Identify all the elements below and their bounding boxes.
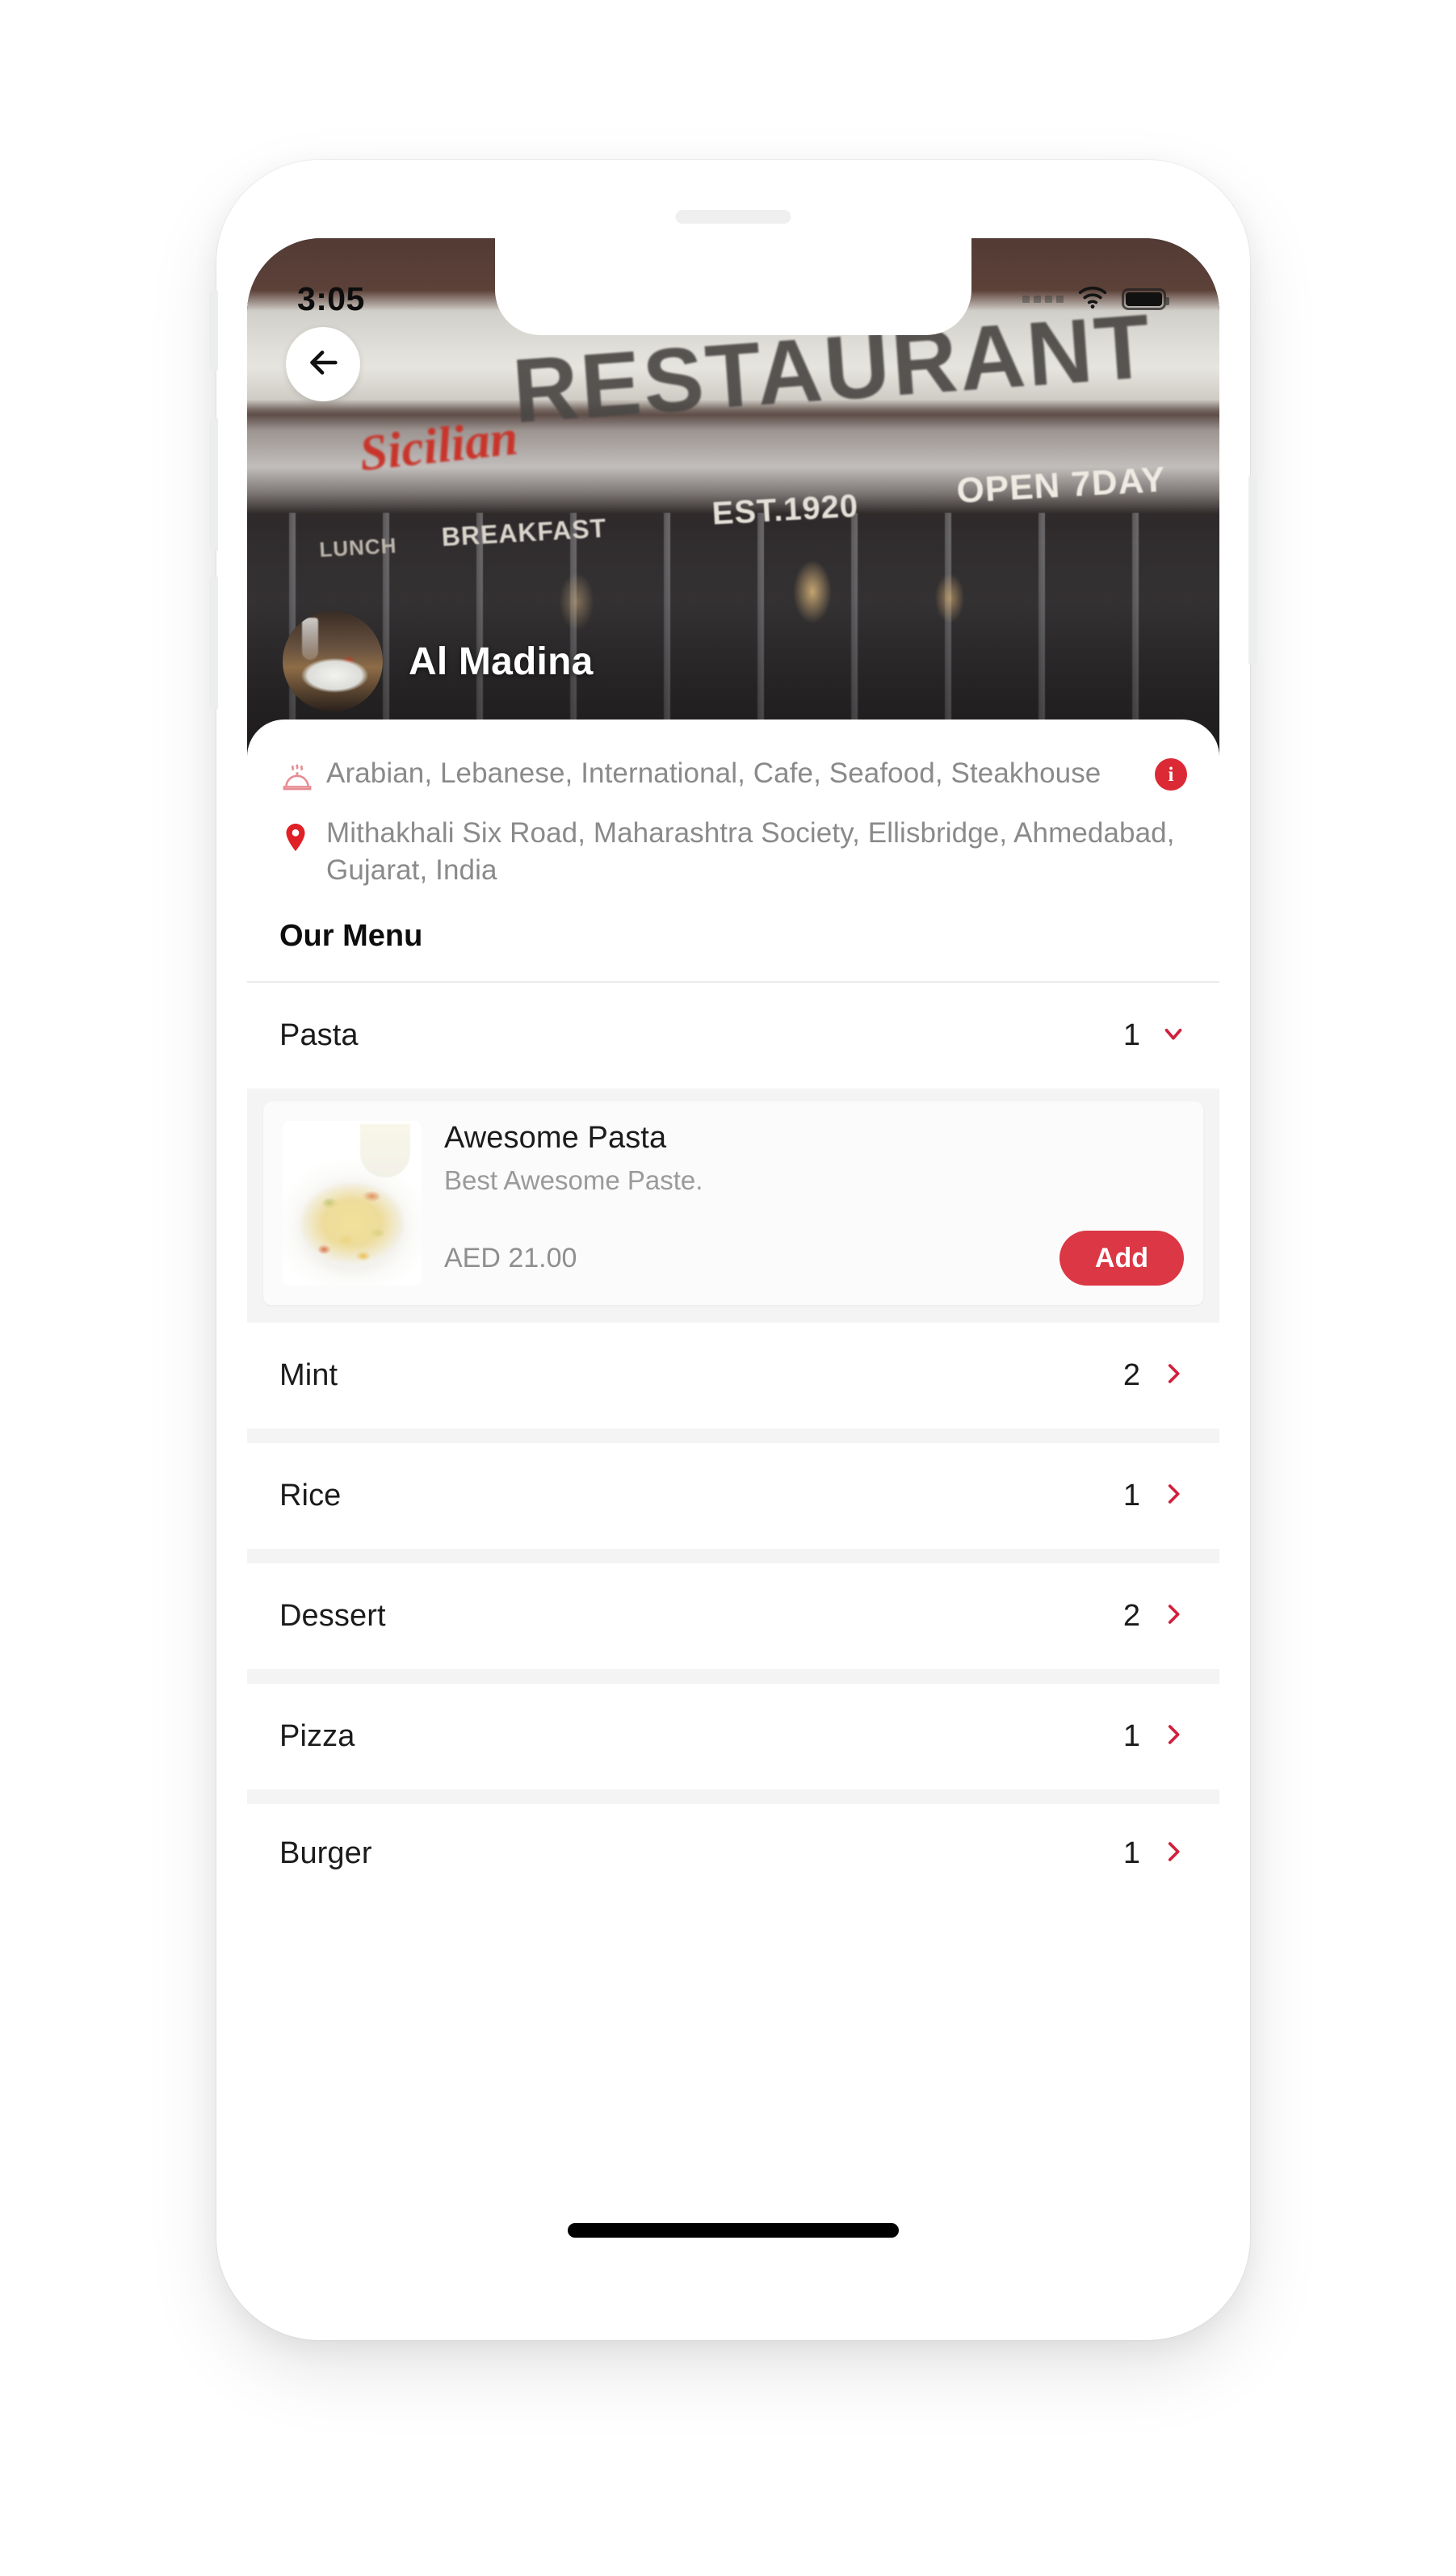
category-count: 1: [1122, 1836, 1140, 1870]
category-name: Pizza: [279, 1719, 355, 1753]
category-count: 2: [1122, 1358, 1140, 1392]
power-button[interactable]: [1248, 476, 1257, 664]
category-count: 1: [1122, 1719, 1140, 1753]
back-button[interactable]: [286, 327, 360, 401]
status-bar: 3:05: [247, 238, 1219, 335]
list-gap: [247, 1669, 1219, 1684]
category-name: Rice: [279, 1479, 342, 1512]
category-name: Dessert: [279, 1599, 386, 1633]
menu-item-card[interactable]: Awesome Pasta Best Awesome Paste. AED 21…: [263, 1101, 1203, 1305]
menu-item-image-glass: [360, 1124, 410, 1177]
menu-category-row-pizza[interactable]: Pizza 1: [247, 1684, 1219, 1789]
status-bar-indicators: [1022, 284, 1169, 314]
menu-item-thumbnail: [283, 1121, 422, 1286]
avatar-image: [283, 611, 383, 711]
list-gap: [247, 1549, 1219, 1563]
info-badge-label: i: [1168, 763, 1174, 786]
info-circle-icon[interactable]: i: [1155, 758, 1187, 791]
menu-item-name: Awesome Pasta: [444, 1121, 667, 1155]
category-count: 2: [1122, 1599, 1140, 1633]
expanded-items-panel: Awesome Pasta Best Awesome Paste. AED 21…: [247, 1089, 1219, 1323]
chevron-right-icon[interactable]: [1160, 1838, 1187, 1869]
phone-screen: RESTAURANT Sicilian LUNCH BREAKFAST EST.…: [247, 238, 1219, 2262]
category-meta: 1: [1123, 1479, 1187, 1513]
earpiece-speaker: [675, 210, 791, 224]
menu-item-details: Awesome Pasta Best Awesome Paste. AED 21…: [444, 1121, 1184, 1286]
category-name: Pasta: [279, 1018, 359, 1052]
status-bar-time: 3:05: [297, 279, 365, 317]
phone-device-frame: RESTAURANT Sicilian LUNCH BREAKFAST EST.…: [209, 160, 1257, 2340]
battery-full-icon: [1122, 287, 1169, 310]
restaurant-name: Al Madina: [409, 640, 594, 683]
cuisine-row: Arabian, Lebanese, International, Cafe, …: [279, 755, 1187, 795]
home-indicator[interactable]: [568, 2223, 899, 2238]
menu-category-row-pasta[interactable]: Pasta 1: [247, 983, 1219, 1089]
menu-category-row-burger[interactable]: Burger 1: [247, 1804, 1219, 1903]
menu-item-description: Best Awesome Paste.: [444, 1165, 703, 1195]
list-gap: [247, 1789, 1219, 1804]
cloche-food-dome-icon: [279, 755, 326, 795]
screenshot-stage: RESTAURANT Sicilian LUNCH BREAKFAST EST.…: [0, 0, 1456, 2576]
category-meta: 2: [1123, 1599, 1187, 1634]
menu-category-row-mint[interactable]: Mint 2: [247, 1323, 1219, 1429]
wifi-icon: [1076, 284, 1110, 314]
silent-switch-button[interactable]: [209, 291, 218, 370]
our-menu-heading: Our Menu: [279, 919, 423, 953]
menu-category-list: Pasta 1 Awesome Pasta Best Awesome Paste…: [247, 981, 1219, 1903]
restaurant-detail-sheet: Arabian, Lebanese, International, Cafe, …: [247, 720, 1219, 2262]
category-meta: 1: [1123, 1018, 1187, 1053]
address-row: Mithakhali Six Road, Maharashtra Society…: [279, 815, 1187, 888]
category-meta: 2: [1123, 1358, 1187, 1393]
cellular-dots-icon: [1022, 295, 1064, 303]
back-arrow-icon: [304, 344, 342, 385]
chevron-down-icon[interactable]: [1160, 1020, 1187, 1051]
volume-up-button[interactable]: [209, 418, 218, 551]
location-pin-icon: [279, 815, 326, 855]
chevron-right-icon[interactable]: [1160, 1360, 1187, 1391]
chevron-right-icon[interactable]: [1160, 1721, 1187, 1752]
chevron-right-icon[interactable]: [1160, 1601, 1187, 1632]
restaurant-info-block: Arabian, Lebanese, International, Cafe, …: [247, 720, 1219, 896]
category-count: 1: [1122, 1479, 1140, 1512]
restaurant-identity: Al Madina: [283, 611, 594, 711]
chevron-right-icon[interactable]: [1160, 1480, 1187, 1512]
category-meta: 1: [1123, 1836, 1187, 1871]
avatar-image-highlight: [302, 618, 318, 660]
avatar: [283, 611, 383, 711]
menu-category-row-rice[interactable]: Rice 1: [247, 1443, 1219, 1549]
category-meta: 1: [1123, 1719, 1187, 1754]
menu-category-row-dessert[interactable]: Dessert 2: [247, 1563, 1219, 1669]
category-name: Mint: [279, 1358, 338, 1392]
add-to-cart-button[interactable]: Add: [1059, 1231, 1184, 1286]
menu-item-price: AED 21.00: [444, 1242, 577, 1273]
category-name: Burger: [279, 1836, 372, 1870]
address-text: Mithakhali Six Road, Maharashtra Society…: [326, 817, 1175, 886]
cuisine-text: Arabian, Lebanese, International, Cafe, …: [326, 757, 1101, 789]
list-gap: [247, 1429, 1219, 1443]
category-count: 1: [1122, 1018, 1140, 1052]
volume-down-button[interactable]: [209, 577, 218, 709]
menu-item-footer: AED 21.00 Add: [444, 1203, 1184, 1286]
